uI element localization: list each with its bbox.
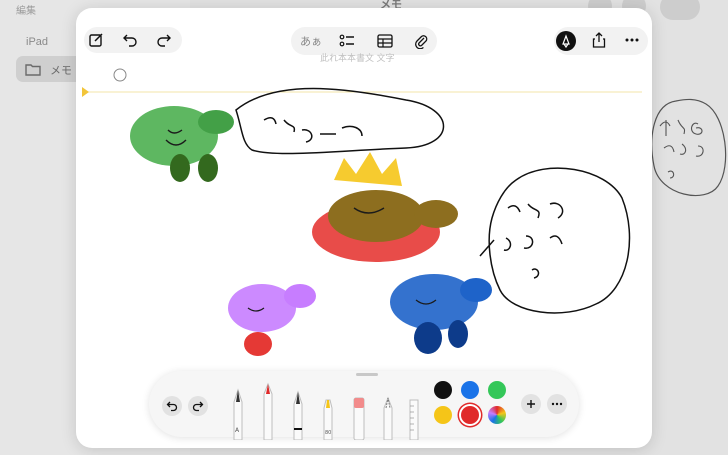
redo-icon [192, 401, 204, 412]
background-more-button [660, 0, 700, 20]
green-creature-drawing [130, 106, 234, 182]
color-swatch-black[interactable] [434, 381, 452, 399]
color-picker-button[interactable] [488, 406, 506, 424]
background-folder-label: メモ [50, 65, 72, 77]
color-swatch-green[interactable] [488, 381, 506, 399]
plus-icon [527, 400, 535, 408]
background-edit-label[interactable]: 編集 [16, 2, 36, 17]
background-ipad-label: iPad [26, 36, 49, 48]
purple-creature-drawing [228, 284, 316, 356]
ruler-tool[interactable] [409, 399, 419, 440]
canvas-marker-circle [113, 68, 127, 82]
blue-creature-drawing [390, 274, 492, 354]
color-swatch-yellow[interactable] [434, 406, 452, 424]
add-tool-button[interactable] [521, 394, 541, 414]
palette-undo-button[interactable] [162, 396, 182, 416]
palette-redo-button[interactable] [188, 396, 208, 416]
pen-tool[interactable]: A [233, 388, 243, 440]
color-swatch-blue[interactable] [461, 381, 479, 399]
fineliner-tool[interactable] [293, 390, 303, 440]
palette-more-button[interactable] [547, 394, 567, 414]
palette-grabber[interactable] [356, 373, 378, 376]
color-swatch-red-selected[interactable] [461, 406, 479, 424]
speech-bubble-drawing [235, 87, 445, 155]
crown-creature-drawing [312, 152, 458, 262]
folder-icon [25, 64, 41, 76]
highlighter-tool[interactable]: 80 [323, 399, 333, 440]
speech-bubble-right-drawing [479, 167, 631, 314]
eraser-tool[interactable] [353, 397, 365, 440]
lasso-tool[interactable] [383, 396, 393, 440]
guide-handle-icon [82, 87, 89, 97]
drawing-tools-row: A 80 [233, 382, 419, 440]
svg-text:80: 80 [325, 430, 331, 436]
drawing-canvas[interactable] [76, 8, 652, 368]
background-note-sketch [651, 98, 727, 196]
undo-icon [166, 401, 178, 412]
marker-tool-selected[interactable] [263, 382, 273, 440]
quick-note-card: あぁ 此れ本本書文 文字 A 80 [76, 8, 652, 448]
ellipsis-icon [551, 402, 563, 406]
